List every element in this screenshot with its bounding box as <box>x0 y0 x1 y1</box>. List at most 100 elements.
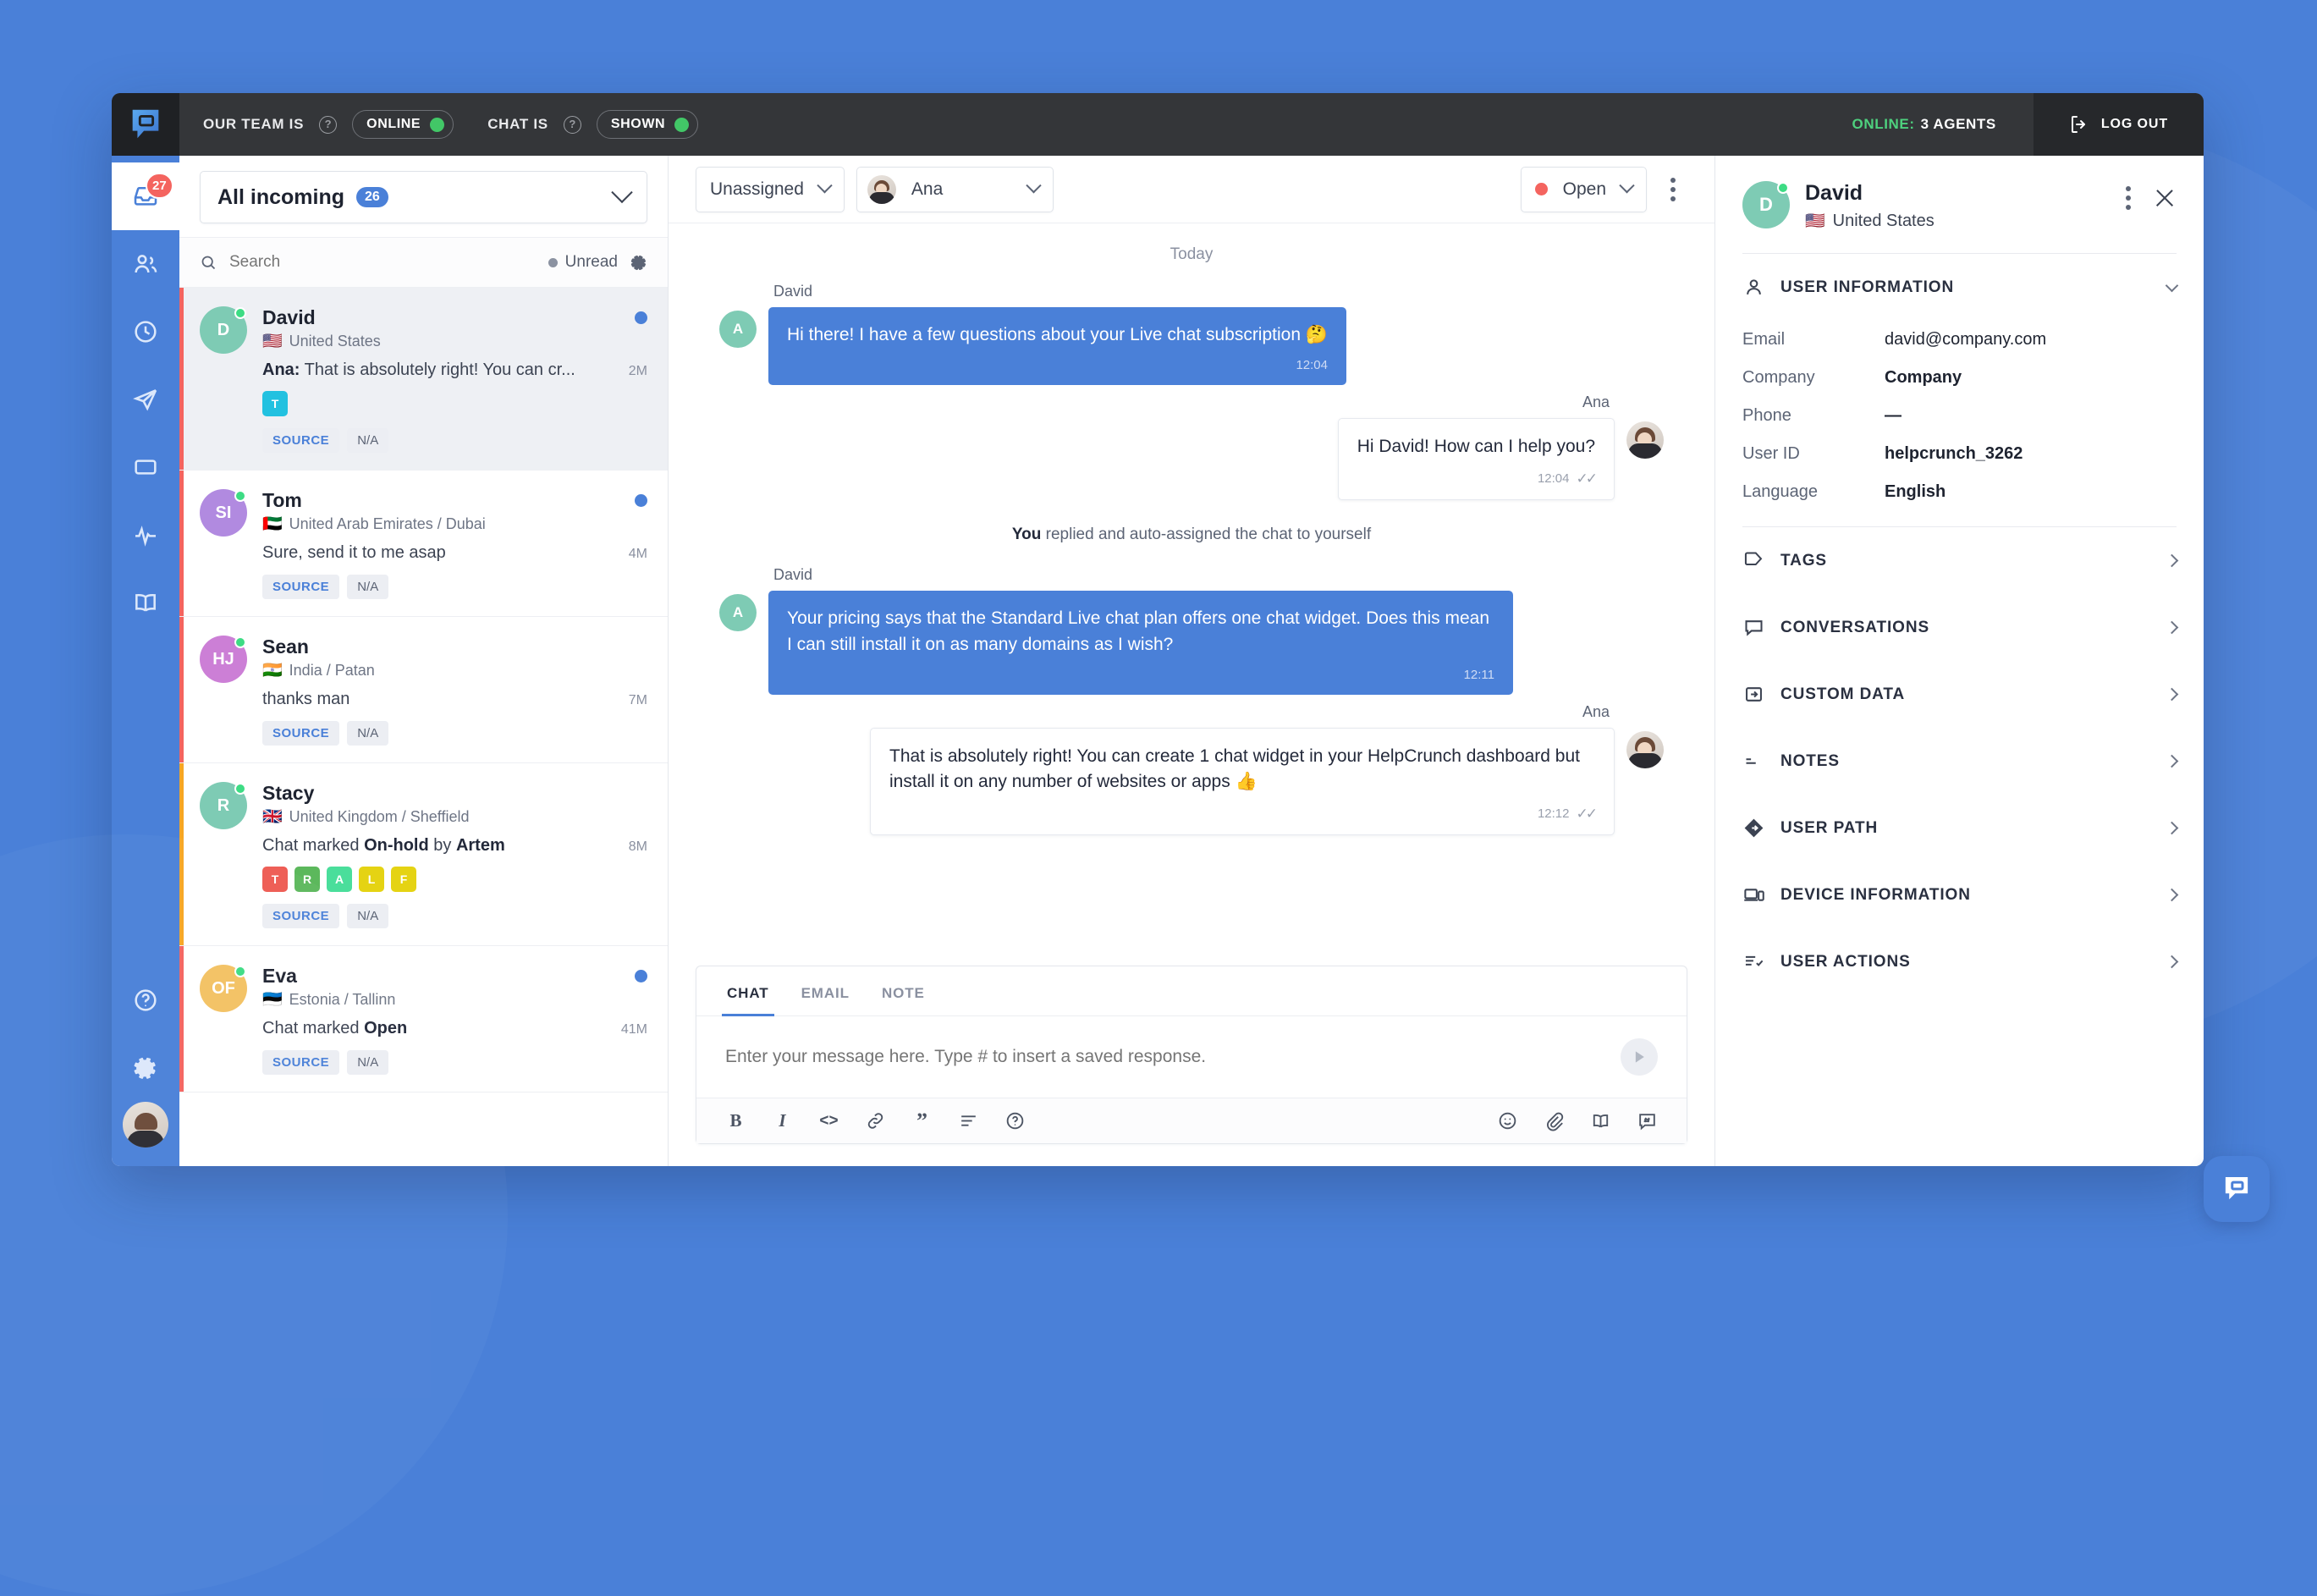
composer-tab-email[interactable]: EMAIL <box>800 966 851 1015</box>
chat-status-toggle[interactable]: SHOWN <box>597 110 698 139</box>
sidebar-item-settings[interactable] <box>112 1034 179 1102</box>
user-field-row: Email david@company.com <box>1742 321 2177 359</box>
custom-data-icon <box>1742 683 1765 706</box>
chat-widget-launcher[interactable] <box>2204 1156 2270 1222</box>
question-circle-icon <box>132 987 159 1014</box>
code-icon[interactable]: <> <box>818 1110 839 1131</box>
message-thread[interactable]: TodayDavid A Hi there! I have a few ques… <box>669 223 1714 949</box>
chat-header: Unassigned Ana Open <box>669 156 1714 223</box>
section-title: CUSTOM DATA <box>1780 685 1905 704</box>
tag-chip[interactable]: R <box>294 867 320 892</box>
user-more-options-button[interactable] <box>2121 183 2136 213</box>
message-group: David A Hi there! I have a few questions… <box>719 283 1664 385</box>
close-icon[interactable] <box>2153 186 2177 210</box>
field-value[interactable]: david@company.com <box>1885 330 2046 349</box>
team-help-icon[interactable]: ? <box>319 116 337 134</box>
chat-help-icon[interactable]: ? <box>564 116 581 134</box>
section-conversations[interactable]: CONVERSATIONS <box>1715 594 2204 661</box>
online-agents-prefix: ONLINE: <box>1852 116 1915 133</box>
section-user-path[interactable]: USER PATH <box>1715 795 2204 861</box>
unread-filter-toggle[interactable]: Unread <box>548 253 618 272</box>
conversation-list[interactable]: D David 🇺🇸United States Ana: That is abs… <box>179 288 668 1166</box>
formatting-help-icon[interactable] <box>1004 1110 1026 1131</box>
emoji-icon[interactable] <box>1497 1110 1518 1131</box>
country-flag-icon: 🇬🇧 <box>262 809 283 825</box>
inbox-filter-label: All incoming <box>217 185 344 210</box>
section-device-information[interactable]: DEVICE INFORMATION <box>1715 861 2204 928</box>
bold-icon[interactable]: B <box>725 1110 746 1131</box>
tag-chip[interactable]: A <box>327 867 352 892</box>
sidebar-item-knowledge-base[interactable] <box>112 569 179 636</box>
conversation-name: David <box>262 306 316 329</box>
chevron-right-icon <box>2166 688 2179 702</box>
sidebar-item-analytics[interactable] <box>112 501 179 569</box>
conversation-item[interactable]: OF Eva 🇪🇪Estonia / Tallinn Chat marked O… <box>179 946 668 1092</box>
message-meta: 12:04 ✓✓ <box>1357 469 1595 490</box>
field-value[interactable]: English <box>1885 482 1946 502</box>
field-key: Email <box>1742 330 1885 349</box>
tag-chip[interactable]: T <box>262 391 288 416</box>
italic-icon[interactable]: I <box>772 1110 793 1131</box>
section-user-information[interactable]: USER INFORMATION <box>1715 254 2204 321</box>
agent-avatar-body <box>869 192 894 204</box>
sidebar-item-contacts[interactable] <box>112 230 179 298</box>
chat-more-options-button[interactable] <box>1659 171 1687 208</box>
source-value: N/A <box>347 904 388 928</box>
tag-chip[interactable]: L <box>359 867 384 892</box>
sidebar-item-history[interactable] <box>112 298 179 366</box>
sidebar-item-inbox[interactable]: 27 <box>112 162 179 230</box>
field-value[interactable]: helpcrunch_3262 <box>1885 444 2023 464</box>
online-indicator <box>234 636 246 648</box>
conversation-content: David 🇺🇸United States Ana: That is absol… <box>262 306 647 453</box>
send-button[interactable] <box>1621 1038 1658 1076</box>
field-value[interactable]: — <box>1885 406 1901 426</box>
quote-icon[interactable]: ” <box>911 1110 933 1131</box>
conversation-preview-row: Sure, send it to me asap 4M <box>262 543 647 563</box>
composer-tab-chat[interactable]: CHAT <box>725 966 771 1015</box>
logout-label: LOG OUT <box>2101 117 2168 132</box>
message-group: David A Your pricing says that the Stand… <box>719 566 1664 695</box>
search-input[interactable] <box>229 253 537 272</box>
conversation-item[interactable]: D David 🇺🇸United States Ana: That is abs… <box>179 288 668 471</box>
section-user-actions[interactable]: USER ACTIONS <box>1715 928 2204 995</box>
chat-status-select[interactable]: Open <box>1521 167 1647 212</box>
saved-response-icon[interactable] <box>1637 1110 1658 1131</box>
team-status-toggle[interactable]: ONLINE <box>352 110 454 139</box>
agent-select[interactable]: Ana <box>856 167 1054 212</box>
list-icon[interactable] <box>958 1110 979 1131</box>
composer-tab-note[interactable]: NOTE <box>880 966 927 1015</box>
section-notes[interactable]: NOTES <box>1715 728 2204 795</box>
section-tags[interactable]: TAGS <box>1715 527 2204 594</box>
tag-chip[interactable]: F <box>391 867 416 892</box>
conversation-time: 41M <box>621 1022 647 1037</box>
current-user-avatar[interactable] <box>123 1102 168 1147</box>
tag-chip[interactable]: T <box>262 867 288 892</box>
sidebar-item-popups[interactable] <box>112 433 179 501</box>
sidebar-item-help[interactable] <box>112 966 179 1034</box>
unread-dot-icon <box>548 258 558 267</box>
link-icon[interactable] <box>865 1110 886 1131</box>
attachment-icon[interactable] <box>1544 1110 1565 1131</box>
section-custom-data[interactable]: CUSTOM DATA <box>1715 661 2204 728</box>
assignee-select[interactable]: Unassigned <box>696 167 845 212</box>
conversation-item[interactable]: R Stacy 🇬🇧United Kingdom / Sheffield Cha… <box>179 763 668 946</box>
conversation-content: Stacy 🇬🇧United Kingdom / Sheffield Chat … <box>262 782 647 928</box>
unread-indicator <box>635 311 647 324</box>
logout-button[interactable]: LOG OUT <box>2034 93 2204 156</box>
clock-icon <box>132 318 159 345</box>
sidebar-item-campaigns[interactable] <box>112 366 179 433</box>
knowledge-base-icon[interactable] <box>1590 1110 1611 1131</box>
composer-tabs[interactable]: CHAT EMAIL NOTE <box>696 966 1687 1016</box>
chevron-down-icon <box>2166 278 2179 292</box>
message-input[interactable] <box>725 1047 1605 1067</box>
message-time: 12:11 <box>1464 666 1494 685</box>
conversation-item[interactable]: SI Tom 🇦🇪United Arab Emirates / Dubai Su… <box>179 471 668 617</box>
conversation-item[interactable]: HJ Sean 🇮🇳India / Patan thanks man 7M SO… <box>179 617 668 763</box>
field-value[interactable]: Company <box>1885 368 1962 388</box>
people-icon <box>132 250 159 278</box>
list-settings-gear-icon[interactable] <box>630 254 647 272</box>
user-country: United States <box>1833 212 1935 231</box>
helpcrunch-logo[interactable] <box>112 93 179 156</box>
inbox-filter-select[interactable]: All incoming 26 <box>200 171 647 223</box>
status-bar <box>179 763 184 945</box>
